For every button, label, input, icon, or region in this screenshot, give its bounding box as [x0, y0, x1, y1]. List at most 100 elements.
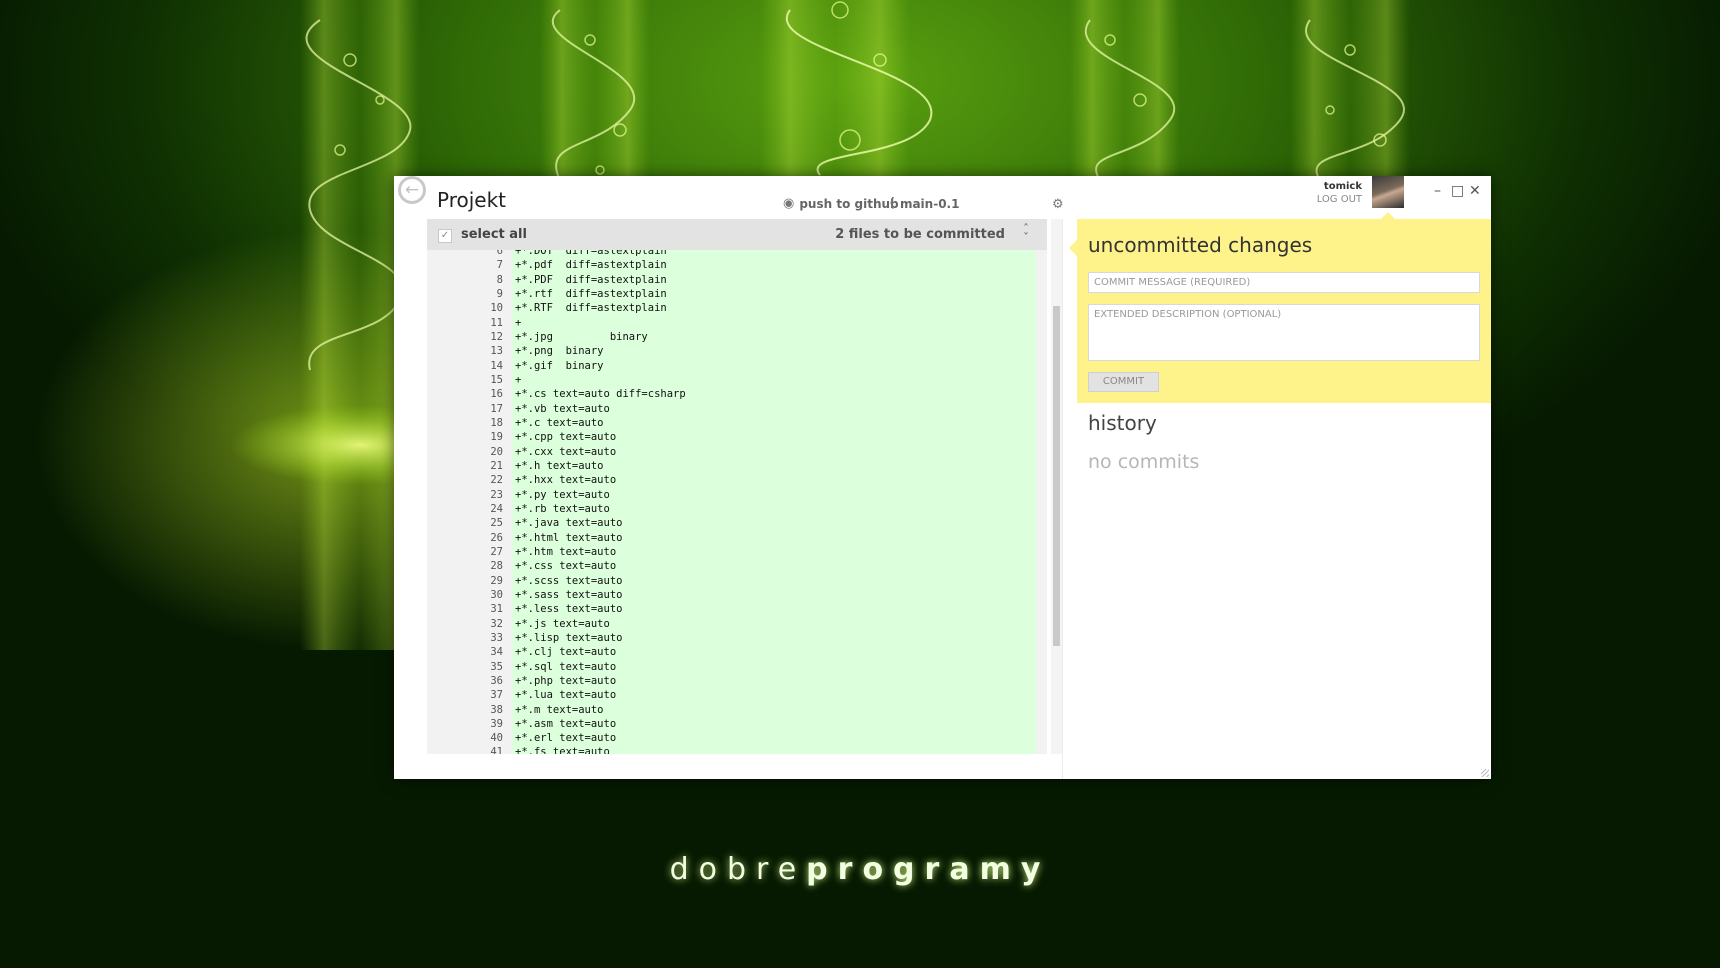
- diff-line-number: 24: [490, 502, 503, 515]
- diff-line-code: +*.h text=auto: [515, 459, 604, 472]
- panel-divider: [1062, 219, 1063, 779]
- diff-line: 23 +*.py text=auto: [427, 489, 1047, 503]
- files-count[interactable]: 2 files to be committed: [835, 227, 1005, 242]
- diff-line: 19 +*.cpp text=auto: [427, 431, 1047, 445]
- diff-line-code: +*.clj text=auto: [515, 646, 617, 659]
- diff-line-number: 13: [490, 345, 503, 358]
- diff-line-number: 31: [490, 603, 503, 616]
- diff-line: 24 +*.rb text=auto: [427, 503, 1047, 517]
- back-arrow-icon[interactable]: ←: [398, 176, 426, 204]
- push-to-github-button[interactable]: ◉ push to github: [783, 196, 899, 211]
- diff-line-code: +*.sql text=auto: [515, 660, 617, 673]
- diff-line: 27 +*.htm text=auto: [427, 546, 1047, 560]
- diff-line: 10 +*.RTF diff=astextplain: [427, 302, 1047, 316]
- maximize-icon[interactable]: □: [1451, 184, 1464, 198]
- diff-line-code: +*.rtf diff=astextplain: [515, 287, 667, 300]
- diff-view: 6 +*.DOT diff=astextplain 7 +*.pdf diff=ast…: [427, 250, 1047, 754]
- commit-message-input[interactable]: COMMIT MESSAGE (REQUIRED): [1088, 272, 1480, 293]
- diff-line: 12 +*.jpg binary: [427, 331, 1047, 345]
- diff-line-code: +*.py text=auto: [515, 488, 610, 501]
- branch-selector[interactable]: ⟨ main-0.1: [889, 196, 959, 211]
- diff-line-code: +*.fs text=auto: [515, 746, 610, 754]
- diff-line-number: 32: [490, 617, 503, 630]
- minimize-icon[interactable]: –: [1434, 184, 1441, 198]
- user-info: tomick LOG OUT: [1294, 180, 1362, 206]
- app-window: ← Projekt ◉ push to github ⟨ main-0.1 ⚙ …: [394, 176, 1491, 779]
- diff-line-number: 23: [490, 488, 503, 501]
- diff-line: 17 +*.vb text=auto: [427, 403, 1047, 417]
- commit-panel: uncommitted changes COMMIT MESSAGE (REQU…: [1077, 219, 1491, 403]
- diff-line-number: 37: [490, 689, 503, 702]
- branch-icon: ⟨: [889, 196, 895, 211]
- diff-line-code: +*.DOT diff=astextplain: [515, 250, 667, 257]
- commit-panel-title: uncommitted changes: [1088, 233, 1313, 257]
- diff-line: 41 +*.fs text=auto: [427, 746, 1047, 754]
- branch-label: main-0.1: [899, 196, 960, 211]
- diff-line-code: +*.cs text=auto diff=csharp: [515, 388, 686, 401]
- diff-line-number: 40: [490, 732, 503, 745]
- brand-logo: dobreprogramy: [0, 852, 1720, 887]
- diff-line-number: 38: [490, 703, 503, 716]
- diff-line: 29 +*.scss text=auto: [427, 575, 1047, 589]
- logout-link[interactable]: LOG OUT: [1294, 193, 1362, 206]
- diff-line-number: 9: [496, 287, 503, 300]
- diff-line-code: +*.css text=auto: [515, 560, 617, 573]
- diff-line-number: 6: [496, 250, 503, 257]
- diff-line-code: +*.html text=auto: [515, 531, 623, 544]
- diff-line-code: +*.vb text=auto: [515, 402, 610, 415]
- diff-line: 38 +*.m text=auto: [427, 704, 1047, 718]
- diff-line-number: 21: [490, 459, 503, 472]
- diff-line-number: 16: [490, 388, 503, 401]
- github-icon: ◉: [783, 196, 795, 211]
- diff-line-number: 41: [490, 746, 503, 754]
- diff-line-code: +*.php text=auto: [515, 674, 617, 687]
- diff-line: 36 +*.php text=auto: [427, 675, 1047, 689]
- commit-panel-pointer: [1069, 240, 1077, 256]
- diff-line-code: +*.lisp text=auto: [515, 631, 623, 644]
- diff-line: 14 +*.gif binary: [427, 360, 1047, 374]
- diff-line-number: 34: [490, 646, 503, 659]
- sort-arrows-icon[interactable]: ˆˇ: [1023, 223, 1029, 244]
- avatar-pointer: [1381, 212, 1395, 219]
- diff-line-number: 22: [490, 474, 503, 487]
- repository-title: Projekt: [437, 188, 507, 212]
- diff-line-number: 18: [490, 416, 503, 429]
- diff-line: 7 +*.pdf diff=astextplain: [427, 259, 1047, 273]
- avatar[interactable]: [1372, 176, 1404, 208]
- tube-5: [1290, 0, 1410, 200]
- diff-line-number: 28: [490, 560, 503, 573]
- select-all-label[interactable]: select all: [461, 227, 527, 242]
- diff-line: 26 +*.html text=auto: [427, 532, 1047, 546]
- extended-description-input[interactable]: EXTENDED DESCRIPTION (OPTIONAL): [1088, 304, 1480, 361]
- diff-line: 20 +*.cxx text=auto: [427, 446, 1047, 460]
- close-icon[interactable]: ✕: [1469, 184, 1481, 198]
- diff-line-number: 15: [490, 373, 503, 386]
- diff-line-code: +*.sass text=auto: [515, 588, 623, 601]
- diff-line: 18 +*.c text=auto: [427, 417, 1047, 431]
- resize-grip[interactable]: [1481, 769, 1489, 777]
- diff-line-number: 33: [490, 631, 503, 644]
- diff-line-number: 10: [490, 302, 503, 315]
- settings-button[interactable]: ⚙: [1052, 197, 1064, 212]
- diff-line-number: 7: [496, 259, 503, 272]
- brand-logo-light: dobre: [669, 852, 807, 887]
- diff-line-number: 35: [490, 660, 503, 673]
- diff-line: 16 +*.cs text=auto diff=csharp: [427, 388, 1047, 402]
- diff-scrollbar-thumb[interactable]: [1053, 306, 1060, 646]
- diff-line: 13 +*.png binary: [427, 345, 1047, 359]
- file-list-header: ✓ select all 2 files to be committed ˆˇ: [427, 219, 1047, 250]
- diff-line-code: +*.RTF diff=astextplain: [515, 302, 667, 315]
- select-all-checkbox[interactable]: ✓: [438, 229, 452, 243]
- diff-line-code: +*.c text=auto: [515, 416, 604, 429]
- diff-line-code: +*.htm text=auto: [515, 545, 617, 558]
- diff-line-code: +*.cpp text=auto: [515, 431, 617, 444]
- diff-line: 32 +*.js text=auto: [427, 618, 1047, 632]
- diff-line-number: 29: [490, 574, 503, 587]
- diff-line-code: +*.scss text=auto: [515, 574, 623, 587]
- diff-line-number: 12: [490, 330, 503, 343]
- diff-line-number: 17: [490, 402, 503, 415]
- diff-line: 21 +*.h text=auto: [427, 460, 1047, 474]
- diff-line-code: +*.jpg binary: [515, 330, 648, 343]
- commit-button[interactable]: COMMIT: [1088, 372, 1159, 392]
- diff-line-number: 20: [490, 445, 503, 458]
